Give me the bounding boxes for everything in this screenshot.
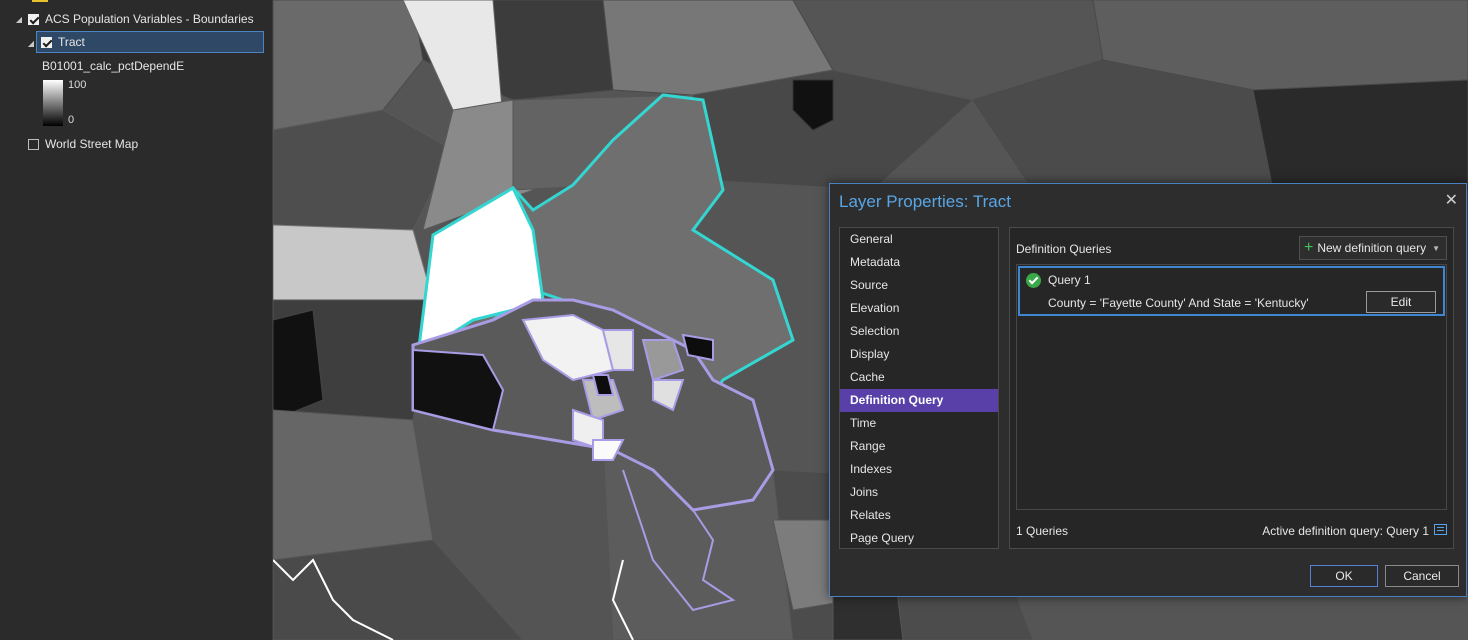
layer-label: Tract: [58, 35, 85, 49]
query-list: Query 1 County = 'Fayette County' And St…: [1016, 264, 1447, 510]
new-definition-query-button[interactable]: + New definition query ▼: [1299, 236, 1447, 260]
tract-visibility-checkbox[interactable]: [41, 36, 52, 48]
new-query-label: New definition query: [1317, 241, 1427, 255]
nav-item-joins[interactable]: Joins: [840, 481, 998, 504]
panel-heading: Definition Queries: [1016, 242, 1112, 256]
field-label: B01001_calc_pctDependE: [42, 59, 185, 73]
basemap-visibility-checkbox[interactable]: [28, 138, 39, 150]
collapse-triangle-icon[interactable]: ◢: [14, 15, 24, 24]
query-card[interactable]: Query 1 County = 'Fayette County' And St…: [1018, 266, 1445, 316]
dropdown-arrow-icon[interactable]: ▼: [1432, 244, 1440, 253]
active-query-status: Active definition query: Query 1: [1262, 524, 1429, 538]
properties-nav-list: General Metadata Source Elevation Select…: [839, 227, 999, 549]
close-icon[interactable]: ✕: [1445, 190, 1458, 210]
dialog-title: Layer Properties: Tract: [839, 192, 1011, 211]
legend-max-label: 100: [68, 79, 87, 91]
query-expression: County = 'Fayette County' And State = 'K…: [1048, 296, 1309, 310]
plus-icon: +: [1304, 239, 1314, 256]
legend-min-label: 0: [68, 114, 75, 126]
tract-expander[interactable]: ◢: [26, 32, 36, 54]
query-name: Query 1: [1048, 273, 1091, 287]
nav-item-range[interactable]: Range: [840, 435, 998, 458]
layer-row-tract[interactable]: Tract: [36, 31, 264, 53]
layer-row-basemap[interactable]: World Street Map: [24, 133, 138, 155]
query-count: 1 Queries: [1016, 524, 1069, 538]
contents-pane: ◢ ACS Population Variables - Boundaries …: [0, 0, 273, 640]
group-visibility-checkbox[interactable]: [28, 13, 39, 25]
nav-item-general[interactable]: General: [840, 228, 998, 251]
nav-item-page-query[interactable]: Page Query: [840, 527, 998, 550]
layer-properties-dialog: Layer Properties: Tract ✕ General Metada…: [829, 183, 1467, 597]
nav-item-time[interactable]: Time: [840, 412, 998, 435]
nav-item-selection[interactable]: Selection: [840, 320, 998, 343]
definition-query-panel: Definition Queries + New definition quer…: [1009, 227, 1454, 549]
legend-color-ramp: [43, 80, 63, 126]
edit-button[interactable]: Edit: [1366, 291, 1436, 313]
nav-item-relates[interactable]: Relates: [840, 504, 998, 527]
symbology-field-label: B01001_calc_pctDependE: [42, 55, 184, 77]
sql-view-icon[interactable]: [1434, 524, 1447, 535]
cancel-button[interactable]: Cancel: [1385, 565, 1459, 587]
nav-item-cache[interactable]: Cache: [840, 366, 998, 389]
nav-item-definition-query[interactable]: Definition Query: [840, 389, 998, 412]
layer-symbol-icon: [32, 0, 48, 2]
collapse-triangle-icon[interactable]: ◢: [26, 39, 36, 48]
valid-check-icon: [1026, 273, 1041, 288]
group-label: ACS Population Variables - Boundaries: [45, 12, 254, 26]
ok-button[interactable]: OK: [1310, 565, 1378, 587]
layer-group-acs[interactable]: ◢ ACS Population Variables - Boundaries: [14, 8, 254, 30]
nav-item-metadata[interactable]: Metadata: [840, 251, 998, 274]
nav-item-indexes[interactable]: Indexes: [840, 458, 998, 481]
basemap-label: World Street Map: [45, 137, 139, 151]
nav-item-display[interactable]: Display: [840, 343, 998, 366]
nav-item-elevation[interactable]: Elevation: [840, 297, 998, 320]
nav-item-source[interactable]: Source: [840, 274, 998, 297]
